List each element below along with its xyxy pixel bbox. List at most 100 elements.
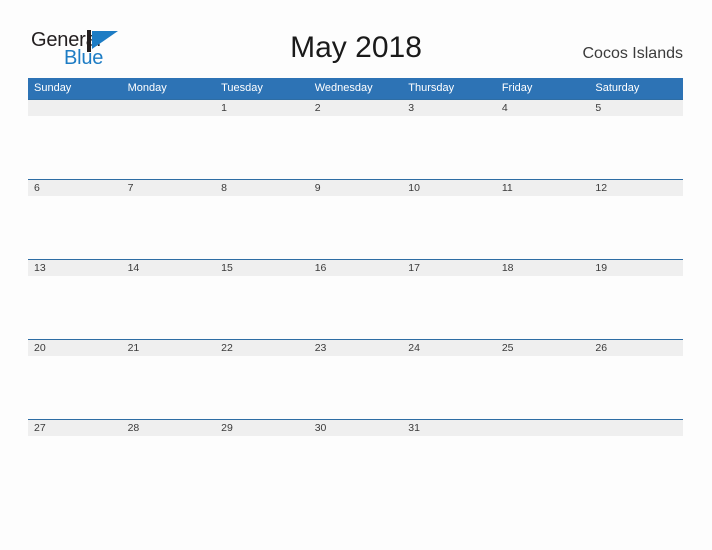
calendar-day-cell[interactable]: 23 bbox=[308, 339, 403, 419]
day-number: 29 bbox=[215, 420, 309, 436]
calendar-day-cell[interactable]: 30 bbox=[308, 419, 403, 499]
location-label: Cocos Islands bbox=[582, 45, 684, 62]
day-events-area[interactable] bbox=[402, 196, 496, 259]
weekday-header-friday: Friday bbox=[495, 78, 590, 99]
weekday-header-saturday: Saturday bbox=[589, 78, 683, 99]
calendar-day-cell[interactable]: 29 bbox=[215, 419, 309, 499]
weekday-header-sunday: Sunday bbox=[28, 78, 122, 99]
day-events-area[interactable] bbox=[121, 436, 216, 499]
calendar-day-cell[interactable]: 4 bbox=[495, 99, 590, 179]
day-events-area[interactable] bbox=[402, 116, 496, 179]
day-number: 11 bbox=[495, 180, 590, 196]
day-number: 28 bbox=[121, 420, 216, 436]
calendar-day-cell[interactable] bbox=[28, 99, 122, 179]
calendar-day-cell[interactable]: 1 bbox=[215, 99, 309, 179]
calendar-day-cell[interactable]: 22 bbox=[215, 339, 309, 419]
day-events-area[interactable] bbox=[589, 276, 683, 339]
day-events-area[interactable] bbox=[215, 276, 309, 339]
day-events-area[interactable] bbox=[308, 116, 403, 179]
calendar-day-cell[interactable]: 25 bbox=[495, 339, 590, 419]
calendar-day-cell[interactable]: 18 bbox=[495, 259, 590, 339]
calendar-week-row: 27 28 29 30 31 bbox=[28, 419, 683, 499]
day-events-area[interactable] bbox=[589, 436, 683, 499]
day-events-area[interactable] bbox=[402, 276, 496, 339]
calendar-day-cell[interactable]: 28 bbox=[121, 419, 216, 499]
calendar-day-cell[interactable]: 31 bbox=[402, 419, 496, 499]
day-events-area[interactable] bbox=[495, 276, 590, 339]
day-events-area[interactable] bbox=[495, 356, 590, 419]
day-events-area[interactable] bbox=[28, 116, 122, 179]
calendar-day-cell[interactable]: 14 bbox=[121, 259, 216, 339]
day-events-area[interactable] bbox=[589, 196, 683, 259]
day-events-area[interactable] bbox=[495, 436, 590, 499]
day-events-area[interactable] bbox=[215, 356, 309, 419]
day-events-area[interactable] bbox=[308, 276, 403, 339]
day-events-area[interactable] bbox=[28, 356, 122, 419]
calendar-day-cell[interactable] bbox=[121, 99, 216, 179]
weekday-header-monday: Monday bbox=[121, 78, 216, 99]
calendar-day-cell[interactable] bbox=[589, 419, 683, 499]
day-number: 27 bbox=[28, 420, 122, 436]
day-number: 1 bbox=[215, 100, 309, 116]
calendar-day-cell[interactable]: 5 bbox=[589, 99, 683, 179]
day-events-area[interactable] bbox=[402, 356, 496, 419]
day-number: 18 bbox=[495, 260, 590, 276]
day-number bbox=[589, 420, 683, 436]
day-number: 14 bbox=[121, 260, 216, 276]
day-number bbox=[28, 100, 122, 116]
calendar-day-cell[interactable] bbox=[495, 419, 590, 499]
day-number: 22 bbox=[215, 340, 309, 356]
day-number: 21 bbox=[121, 340, 216, 356]
calendar-week-row: 13 14 15 16 17 18 19 bbox=[28, 259, 683, 339]
day-events-area[interactable] bbox=[215, 116, 309, 179]
day-number: 15 bbox=[215, 260, 309, 276]
day-number: 6 bbox=[28, 180, 122, 196]
day-number: 30 bbox=[308, 420, 403, 436]
day-number: 4 bbox=[495, 100, 590, 116]
calendar-day-cell[interactable]: 8 bbox=[215, 179, 309, 259]
day-events-area[interactable] bbox=[121, 116, 216, 179]
day-events-area[interactable] bbox=[308, 436, 403, 499]
day-events-area[interactable] bbox=[121, 276, 216, 339]
day-number: 25 bbox=[495, 340, 590, 356]
day-events-area[interactable] bbox=[121, 196, 216, 259]
day-events-area[interactable] bbox=[121, 356, 216, 419]
calendar-day-cell[interactable]: 27 bbox=[28, 419, 122, 499]
calendar-day-cell[interactable]: 19 bbox=[589, 259, 683, 339]
day-events-area[interactable] bbox=[28, 436, 122, 499]
calendar-day-cell[interactable]: 15 bbox=[215, 259, 309, 339]
day-events-area[interactable] bbox=[495, 196, 590, 259]
calendar-day-cell[interactable]: 26 bbox=[589, 339, 683, 419]
calendar-day-cell[interactable]: 3 bbox=[402, 99, 496, 179]
day-number bbox=[495, 420, 590, 436]
calendar-day-cell[interactable]: 12 bbox=[589, 179, 683, 259]
day-events-area[interactable] bbox=[215, 196, 309, 259]
calendar-day-cell[interactable]: 6 bbox=[28, 179, 122, 259]
calendar-day-cell[interactable]: 17 bbox=[402, 259, 496, 339]
calendar-day-cell[interactable]: 20 bbox=[28, 339, 122, 419]
calendar-day-cell[interactable]: 21 bbox=[121, 339, 216, 419]
day-events-area[interactable] bbox=[215, 436, 309, 499]
day-events-area[interactable] bbox=[589, 116, 683, 179]
calendar-day-cell[interactable]: 7 bbox=[121, 179, 216, 259]
calendar-day-cell[interactable]: 24 bbox=[402, 339, 496, 419]
day-events-area[interactable] bbox=[28, 276, 122, 339]
calendar-day-cell[interactable]: 2 bbox=[308, 99, 403, 179]
day-events-area[interactable] bbox=[308, 356, 403, 419]
calendar-table: Sunday Monday Tuesday Wednesday Thursday… bbox=[28, 78, 683, 499]
day-events-area[interactable] bbox=[28, 196, 122, 259]
calendar-week-row: 1 2 3 4 5 bbox=[28, 99, 683, 179]
day-events-area[interactable] bbox=[589, 356, 683, 419]
calendar-day-cell[interactable]: 9 bbox=[308, 179, 403, 259]
calendar-day-cell[interactable]: 16 bbox=[308, 259, 403, 339]
day-number bbox=[121, 100, 216, 116]
calendar-day-cell[interactable]: 10 bbox=[402, 179, 496, 259]
day-events-area[interactable] bbox=[402, 436, 496, 499]
day-events-area[interactable] bbox=[308, 196, 403, 259]
calendar-day-cell[interactable]: 13 bbox=[28, 259, 122, 339]
day-number: 12 bbox=[589, 180, 683, 196]
calendar-day-cell[interactable]: 11 bbox=[495, 179, 590, 259]
day-number: 26 bbox=[589, 340, 683, 356]
day-events-area[interactable] bbox=[495, 116, 590, 179]
day-number: 3 bbox=[402, 100, 496, 116]
